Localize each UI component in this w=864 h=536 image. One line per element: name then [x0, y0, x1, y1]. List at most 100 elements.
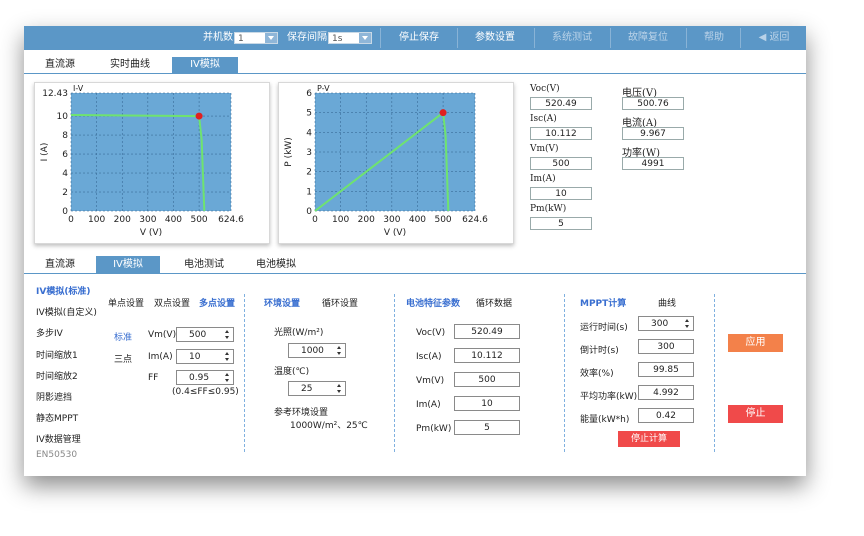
y-axis-label: I (A)	[40, 143, 50, 162]
battery-im-label: Im(A)	[416, 400, 441, 410]
energy-label: 能量(kW*h)	[580, 415, 630, 425]
menu-time-scale-2[interactable]: 时间缩放2	[36, 369, 78, 382]
menu-multi-step-iv[interactable]: 多步IV	[36, 326, 63, 339]
back-arrow-icon: ◀	[758, 32, 770, 43]
run-time-spinner[interactable]: 300	[638, 316, 694, 331]
ff-setting-value: 0.95	[189, 373, 210, 383]
energy-value: 0.42	[638, 408, 694, 423]
tab-realtime-curve[interactable]: 实时曲线	[100, 57, 160, 73]
menu-iv-standard[interactable]: IV模拟(标准)	[36, 284, 91, 297]
x-tick-label: 400	[165, 215, 182, 225]
chevron-down-icon	[265, 33, 277, 43]
x-tick-label: 200	[114, 215, 131, 225]
battery-pm-field[interactable]: 5	[454, 420, 520, 435]
voc-label: Voc(V)	[530, 84, 560, 94]
x-tick-label: 0	[68, 215, 74, 225]
save-interval-select[interactable]: 1s	[328, 32, 372, 44]
tab-iv-simulation[interactable]: IV模拟	[172, 57, 238, 73]
ref-env-value: 1000W/m²、25℃	[290, 421, 368, 431]
toolbar-divider	[380, 28, 381, 48]
top-tab-bar: 直流源 实时曲线 IV模拟	[24, 57, 806, 74]
run-time-label: 运行时间(s)	[580, 323, 628, 333]
battery-vm-field[interactable]: 500	[454, 372, 520, 387]
spinner-arrows-icon[interactable]	[335, 383, 344, 394]
y-tick-label: 5	[306, 109, 312, 119]
stop-calc-button[interactable]: 停止计算	[618, 431, 680, 447]
apply-button[interactable]: 应用	[728, 334, 783, 352]
menu-shadow[interactable]: 阴影遮挡	[36, 390, 72, 403]
temperature-label: 温度(℃)	[274, 367, 310, 377]
y-axis-label: P (kW)	[284, 137, 294, 166]
mppt-curve-tab[interactable]: 曲线	[658, 296, 676, 309]
single-point-tab[interactable]: 单点设置	[108, 296, 144, 309]
countdown-label: 倒计时(s)	[580, 346, 619, 356]
menu-iv-data[interactable]: IV数据管理	[36, 432, 81, 445]
mppt-calc-tab[interactable]: MPPT计算	[580, 296, 626, 309]
im-setting-value: 10	[189, 352, 201, 362]
env-setting-tab[interactable]: 环境设置	[264, 296, 300, 309]
stop-button[interactable]: 停止	[728, 405, 783, 423]
spinner-arrows-icon[interactable]	[223, 329, 232, 340]
efficiency-value: 99.85	[638, 362, 694, 377]
battery-vm-label: Vm(V)	[416, 376, 445, 386]
standard-option[interactable]: 标准	[114, 330, 132, 343]
power-value: 4991	[622, 157, 684, 170]
tab-iv-simulation-2[interactable]: IV模拟	[96, 256, 160, 273]
spinner-arrows-icon[interactable]	[223, 372, 232, 383]
irradiance-spinner[interactable]: 1000	[288, 343, 346, 358]
double-point-tab[interactable]: 双点设置	[154, 296, 190, 309]
three-point-option[interactable]: 三点	[114, 352, 132, 365]
temperature-spinner[interactable]: 25	[288, 381, 346, 396]
toolbar-divider	[534, 28, 535, 48]
ff-setting-spinner[interactable]: 0.95	[176, 370, 234, 385]
x-tick-label: 300	[139, 215, 156, 225]
parallel-count-value: 1	[238, 34, 244, 44]
ff-range-hint: (0.4≤FF≤0.95)	[172, 387, 239, 397]
spinner-arrows-icon[interactable]	[335, 345, 344, 356]
back-button[interactable]: ◀ 返回	[746, 26, 802, 50]
mpp-point	[439, 109, 447, 117]
stop-save-button[interactable]: 停止保存	[384, 26, 454, 50]
y-tick-label: 6	[62, 150, 68, 160]
x-tick-label: 400	[409, 215, 426, 225]
plot-area	[71, 93, 231, 211]
vm-setting-value: 500	[189, 330, 207, 340]
tab-dc-source-2[interactable]: 直流源	[34, 257, 86, 273]
menu-static-mppt[interactable]: 静态MPPT	[36, 411, 78, 424]
x-tick-label: 0	[312, 215, 318, 225]
battery-voc-field[interactable]: 520.49	[454, 324, 520, 339]
y-tick-label: 2	[306, 168, 312, 178]
system-test-button[interactable]: 系统测试	[537, 26, 607, 50]
y-tick-label: 10	[57, 112, 69, 122]
im-setting-spinner[interactable]: 10	[176, 349, 234, 364]
multi-point-tab[interactable]: 多点设置	[199, 296, 235, 309]
parallel-count-label: 并机数	[203, 32, 233, 43]
battery-im-field[interactable]: 10	[454, 396, 520, 411]
spinner-arrows-icon[interactable]	[223, 351, 232, 362]
menu-iv-custom[interactable]: IV模拟(自定义)	[36, 305, 97, 318]
help-button[interactable]: 帮助	[689, 26, 739, 50]
toolbar-divider	[457, 28, 458, 48]
y-tick-label: 0	[62, 207, 68, 217]
current-value: 9.967	[622, 127, 684, 140]
tab-battery-sim[interactable]: 电池模拟	[246, 257, 306, 273]
y-tick-label: 8	[62, 131, 68, 141]
battery-isc-field[interactable]: 10.112	[454, 348, 520, 363]
battery-params-tab[interactable]: 电池特征参数	[406, 296, 460, 309]
tab-battery-test[interactable]: 电池测试	[174, 257, 234, 273]
section-divider	[564, 294, 565, 452]
param-settings-button[interactable]: 参数设置	[460, 26, 530, 50]
fault-reset-button[interactable]: 故障复位	[613, 26, 683, 50]
tab-dc-source[interactable]: 直流源	[34, 57, 86, 73]
menu-time-scale-1[interactable]: 时间缩放1	[36, 348, 78, 361]
parallel-count-select[interactable]: 1	[234, 32, 278, 44]
y-tick-label: 2	[62, 188, 68, 198]
loop-data-tab[interactable]: 循环数据	[476, 296, 512, 309]
section-divider	[714, 294, 715, 452]
loop-setting-tab[interactable]: 循环设置	[322, 296, 358, 309]
efficiency-label: 效率(%)	[580, 369, 614, 379]
vm-setting-spinner[interactable]: 500	[176, 327, 234, 342]
im-setting-label: Im(A)	[148, 352, 173, 362]
y-tick-label: 1	[306, 187, 312, 197]
spinner-arrows-icon[interactable]	[683, 318, 692, 329]
